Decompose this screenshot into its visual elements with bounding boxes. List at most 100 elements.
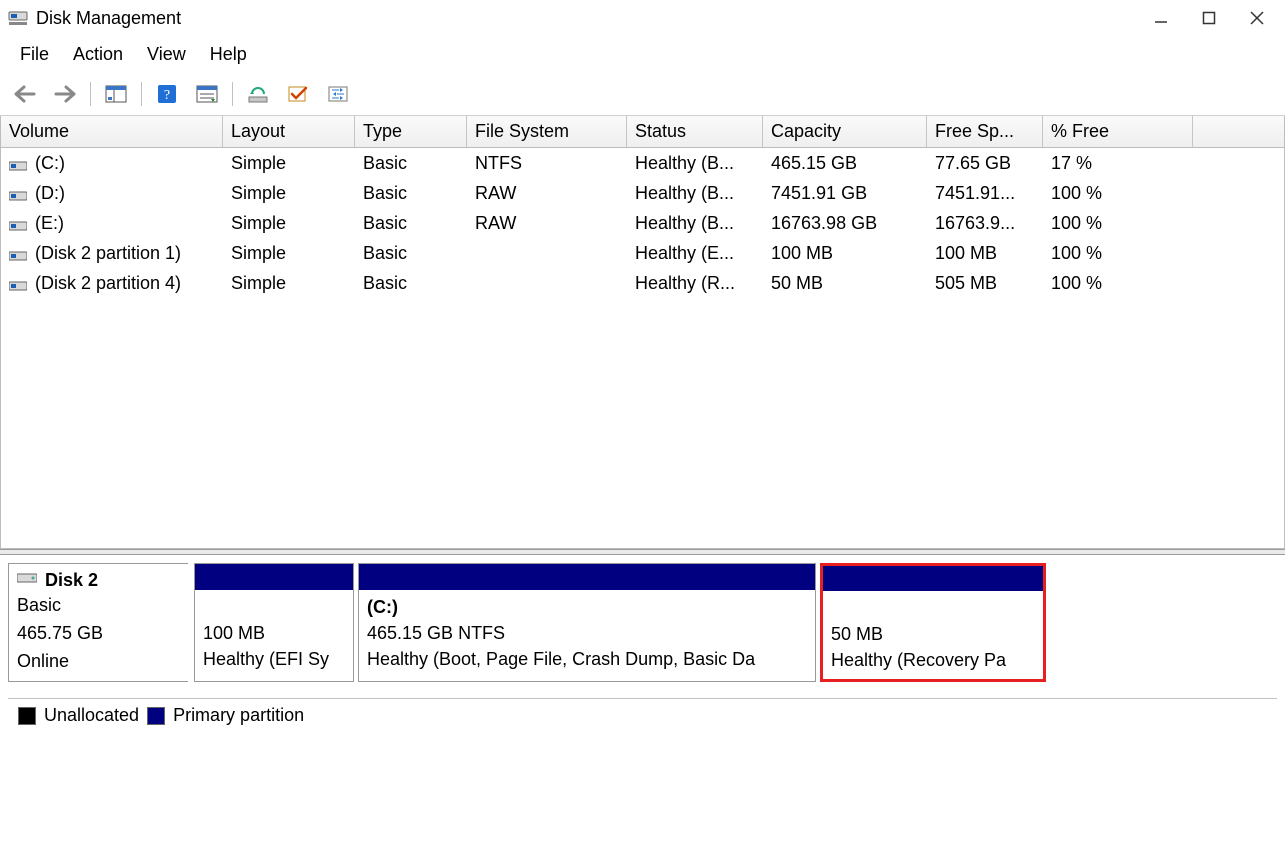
disk-row[interactable]: Disk 2 Basic 465.75 GB Online 100 MBHeal…	[8, 563, 1277, 682]
partition-block[interactable]: 50 MBHealthy (Recovery Pa	[820, 563, 1046, 682]
disk-icon	[17, 570, 37, 591]
toolbar-separator	[141, 82, 142, 106]
cell-type: Basic	[355, 243, 467, 264]
col-status[interactable]: Status	[627, 116, 763, 147]
back-button[interactable]	[8, 81, 42, 107]
partition-block[interactable]: (C:)465.15 GB NTFSHealthy (Boot, Page Fi…	[358, 563, 816, 682]
partition-list: 100 MBHealthy (EFI Sy(C:)465.15 GB NTFSH…	[194, 563, 1277, 682]
help-button[interactable]: ?	[150, 81, 184, 107]
col-free-space[interactable]: Free Sp...	[927, 116, 1043, 147]
col-capacity[interactable]: Capacity	[763, 116, 927, 147]
cell-status: Healthy (B...	[627, 153, 763, 174]
partition-bar	[195, 564, 353, 590]
app-icon	[8, 8, 28, 28]
cell-layout: Simple	[223, 153, 355, 174]
cell-free-space: 100 MB	[927, 243, 1043, 264]
toolbar-separator	[90, 82, 91, 106]
table-row[interactable]: (Disk 2 partition 4)SimpleBasicHealthy (…	[1, 268, 1284, 298]
cell-status: Healthy (R...	[627, 273, 763, 294]
cell-volume: (Disk 2 partition 1)	[35, 243, 181, 263]
cell-status: Healthy (B...	[627, 213, 763, 234]
partition-block[interactable]: 100 MBHealthy (EFI Sy	[194, 563, 354, 682]
legend-swatch-unallocated	[18, 707, 36, 725]
disk-info: Disk 2 Basic 465.75 GB Online	[8, 563, 188, 682]
volume-table: Volume Layout Type File System Status Ca…	[0, 116, 1285, 549]
col-type[interactable]: Type	[355, 116, 467, 147]
cell-type: Basic	[355, 183, 467, 204]
cell-layout: Simple	[223, 183, 355, 204]
menu-bar: File Action View Help	[0, 36, 1285, 77]
table-row[interactable]: (Disk 2 partition 1) SimpleBasic Healthy (…	[1, 238, 1284, 268]
col-file-system[interactable]: File System	[467, 116, 627, 147]
disk-title-text: Disk 2	[45, 570, 98, 591]
legend-label-primary: Primary partition	[173, 705, 304, 726]
col-layout[interactable]: Layout	[223, 116, 355, 147]
cell-file-system: RAW	[467, 183, 627, 204]
cell-pct-free: 100 %	[1043, 243, 1193, 264]
cell-volume: (C:)	[35, 153, 65, 173]
col-trailing	[1193, 116, 1284, 147]
menu-view[interactable]: View	[141, 42, 192, 67]
partition-status: Healthy (EFI Sy	[203, 646, 345, 672]
drive-icon	[9, 277, 27, 291]
cell-pct-free: 100 %	[1043, 183, 1193, 204]
partition-size: 465.15 GB NTFS	[367, 620, 807, 646]
cell-pct-free: 100 %	[1043, 213, 1193, 234]
disk-graphic-pane: Disk 2 Basic 465.75 GB Online 100 MBHeal…	[0, 555, 1285, 732]
cell-status: Healthy (E...	[627, 243, 763, 264]
cell-capacity: 16763.98 GB	[763, 213, 927, 234]
cell-free-space: 505 MB	[927, 273, 1043, 294]
cell-file-system: NTFS	[467, 153, 627, 174]
disk-type: Basic	[17, 591, 180, 619]
drive-icon	[9, 247, 27, 261]
show-hide-tree-button[interactable]	[99, 81, 133, 107]
partition-size: 100 MB	[203, 620, 345, 646]
menu-action[interactable]: Action	[67, 42, 129, 67]
menu-file[interactable]: File	[14, 42, 55, 67]
cell-pct-free: 100 %	[1043, 273, 1193, 294]
close-button[interactable]	[1247, 8, 1267, 28]
partition-status: Healthy (Recovery Pa	[831, 647, 1035, 673]
cell-status: Healthy (B...	[627, 183, 763, 204]
drive-icon	[9, 217, 27, 231]
disk-state: Online	[17, 647, 180, 675]
col-volume[interactable]: Volume	[1, 116, 223, 147]
cell-layout: Simple	[223, 273, 355, 294]
legend-label-unallocated: Unallocated	[44, 705, 139, 726]
apply-button[interactable]	[281, 81, 315, 107]
partition-status: Healthy (Boot, Page File, Crash Dump, Ba…	[367, 646, 807, 672]
cell-free-space: 77.65 GB	[927, 153, 1043, 174]
table-row[interactable]: (D:) SimpleBasicRAWHealthy (B...7451.91 G…	[1, 178, 1284, 208]
menu-help[interactable]: Help	[204, 42, 253, 67]
minimize-button[interactable]	[1151, 8, 1171, 28]
table-row[interactable]: (C:) SimpleBasicNTFSHealthy (B...465.15 G…	[1, 148, 1284, 178]
settings-button[interactable]	[321, 81, 355, 107]
toolbar: ?	[0, 77, 1285, 116]
maximize-button[interactable]	[1199, 8, 1219, 28]
action-list-button[interactable]	[190, 81, 224, 107]
title-bar: Disk Management	[0, 0, 1285, 36]
cell-pct-free: 17 %	[1043, 153, 1193, 174]
cell-volume: (D:)	[35, 183, 65, 203]
volume-table-body: (C:)SimpleBasicNTFSHealthy (B...465.15 G…	[1, 148, 1284, 548]
window-title: Disk Management	[36, 8, 181, 29]
cell-type: Basic	[355, 153, 467, 174]
col-pct-free[interactable]: % Free	[1043, 116, 1193, 147]
toolbar-separator	[232, 82, 233, 106]
cell-capacity: 465.15 GB	[763, 153, 927, 174]
drive-icon	[9, 187, 27, 201]
drive-icon	[9, 157, 27, 171]
refresh-button[interactable]	[241, 81, 275, 107]
partition-label: (C:)	[367, 594, 807, 620]
cell-free-space: 16763.9...	[927, 213, 1043, 234]
cell-volume: (Disk 2 partition 4)	[35, 273, 181, 293]
disk-size: 465.75 GB	[17, 619, 180, 647]
window-controls	[1151, 8, 1277, 28]
table-row[interactable]: (E:)SimpleBasicRAWHealthy (B...16763.98 …	[1, 208, 1284, 238]
partition-bar	[359, 564, 815, 590]
cell-capacity: 7451.91 GB	[763, 183, 927, 204]
legend: Unallocated Primary partition	[8, 698, 1277, 732]
forward-button[interactable]	[48, 81, 82, 107]
cell-layout: Simple	[223, 243, 355, 264]
cell-free-space: 7451.91...	[927, 183, 1043, 204]
